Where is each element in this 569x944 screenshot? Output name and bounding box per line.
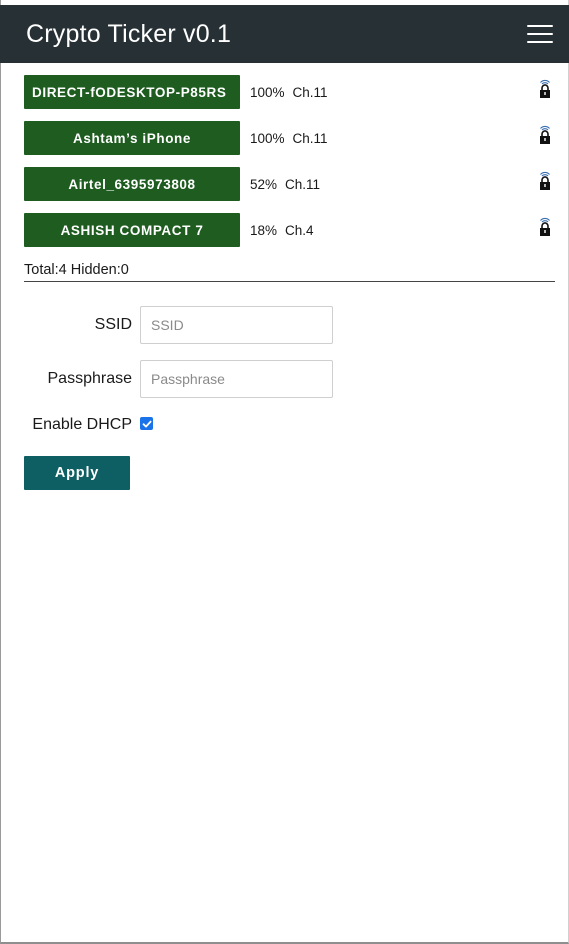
network-row: Ashtam’s iPhone 100% Ch.11 bbox=[24, 121, 556, 155]
signal-strength: 52% bbox=[250, 176, 278, 192]
network-button[interactable]: Airtel_6395973808 bbox=[24, 167, 240, 201]
network-row: ASHISH COMPACT 7 18% Ch.4 bbox=[24, 213, 556, 247]
apply-button[interactable]: Apply bbox=[24, 456, 130, 490]
app-title: Crypto Ticker v0.1 bbox=[26, 19, 232, 48]
ssid-label: SSID bbox=[94, 316, 132, 333]
wifi-lock-icon bbox=[540, 172, 550, 190]
signal-strength: 100% bbox=[250, 84, 285, 100]
channel: Ch.4 bbox=[285, 222, 314, 238]
ssid-input[interactable] bbox=[140, 306, 333, 344]
wifi-lock-icon bbox=[540, 126, 550, 144]
dhcp-label: Enable DHCP bbox=[32, 416, 132, 433]
network-button[interactable]: ASHISH COMPACT 7 bbox=[24, 213, 240, 247]
passphrase-label: Passphrase bbox=[47, 370, 133, 387]
hamburger-menu-icon[interactable] bbox=[527, 25, 553, 43]
channel: Ch.11 bbox=[292, 84, 328, 100]
network-row: Airtel_6395973808 52% Ch.11 bbox=[24, 167, 556, 201]
signal-strength: 18% bbox=[250, 222, 278, 238]
network-button[interactable]: Ashtam’s iPhone bbox=[24, 121, 240, 155]
passphrase-input[interactable] bbox=[140, 360, 333, 398]
channel: Ch.11 bbox=[285, 176, 321, 192]
channel: Ch.11 bbox=[292, 130, 328, 146]
dhcp-checkbox[interactable] bbox=[140, 417, 153, 430]
network-button[interactable]: DIRECT-fODESKTOP-P85RS bbox=[24, 75, 240, 109]
check-icon bbox=[142, 420, 151, 427]
divider bbox=[24, 281, 555, 282]
wifi-lock-icon bbox=[540, 80, 550, 98]
network-summary: Total:4 Hidden:0 bbox=[24, 262, 129, 278]
top-bar: Crypto Ticker v0.1 bbox=[0, 5, 569, 63]
wifi-lock-icon bbox=[540, 218, 550, 236]
network-row: DIRECT-fODESKTOP-P85RS 100% Ch.11 bbox=[24, 75, 556, 109]
signal-strength: 100% bbox=[250, 130, 285, 146]
